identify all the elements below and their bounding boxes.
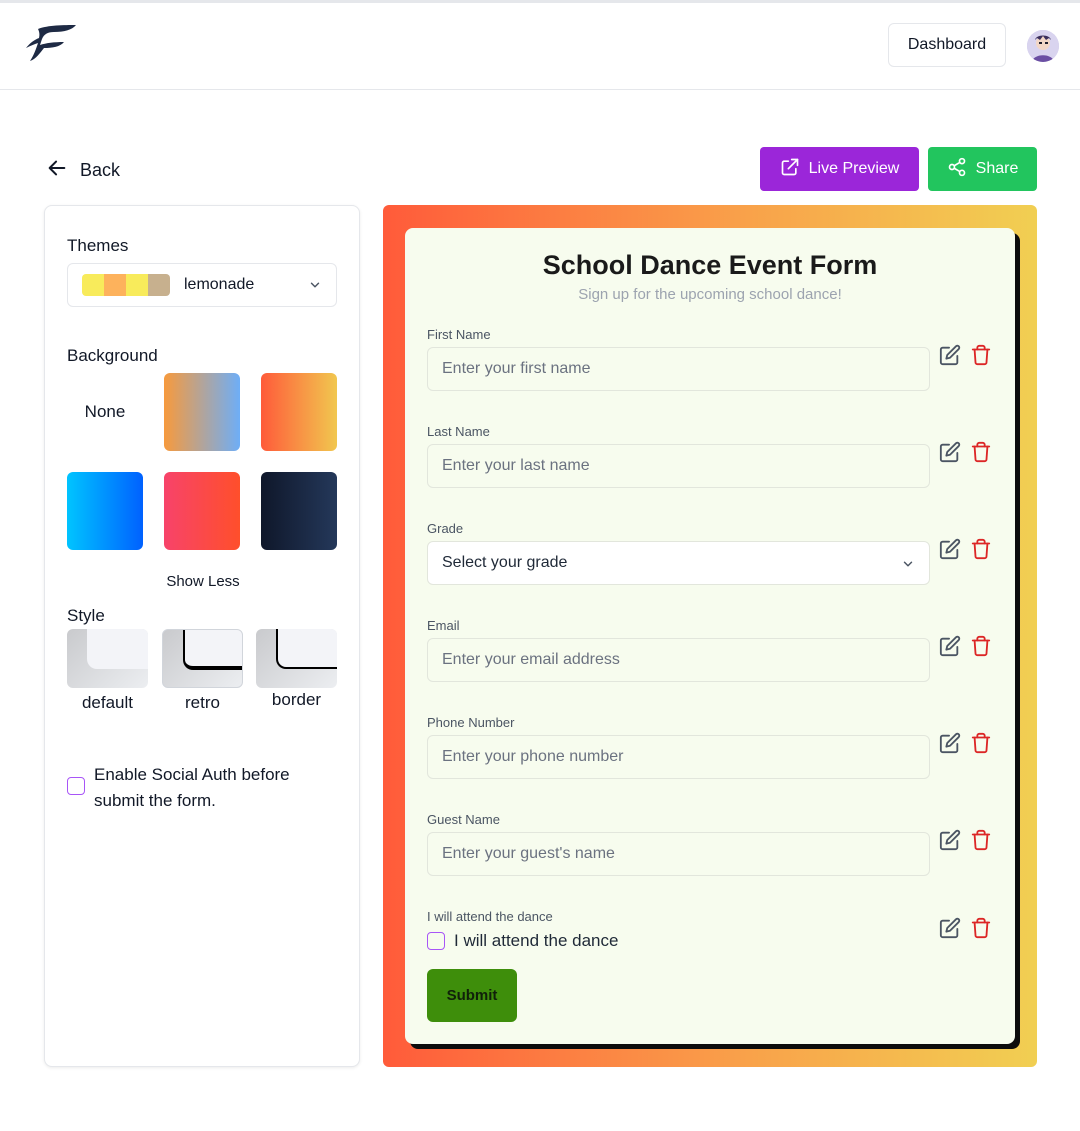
form-title: School Dance Event Form <box>542 250 878 280</box>
grade-select-value: Select your grade <box>442 554 568 571</box>
app-header: Dashboard <box>0 3 1080 90</box>
background-option-pink-red[interactable] <box>164 472 240 550</box>
style-option-retro[interactable] <box>162 629 243 688</box>
field-actions <box>939 732 992 754</box>
trash-icon[interactable] <box>970 917 992 939</box>
attend-checkbox-label: I will attend the dance <box>454 931 619 950</box>
attend-option: I will attend the dance <box>427 931 618 951</box>
trash-icon[interactable] <box>970 538 992 560</box>
edit-icon[interactable] <box>939 441 961 463</box>
style-default-label: default <box>81 693 134 712</box>
field-actions <box>939 917 992 939</box>
first-name-label: First Name <box>427 327 491 342</box>
field-actions <box>939 441 992 463</box>
user-avatar[interactable] <box>1027 30 1059 62</box>
trash-icon[interactable] <box>970 829 992 851</box>
style-border-label: border <box>271 690 322 709</box>
background-label: Background <box>67 346 158 365</box>
style-preview <box>87 629 148 669</box>
social-auth-checkbox[interactable] <box>67 777 85 795</box>
arrow-left-icon <box>46 157 68 184</box>
show-less-button[interactable]: Show Less <box>45 573 361 590</box>
guest-name-label: Guest Name <box>427 812 500 827</box>
chevron-down-icon <box>901 557 915 571</box>
field-actions <box>939 538 992 560</box>
theme-swatch <box>104 274 126 296</box>
form-subtitle: Sign up for the upcoming school dance! <box>578 286 842 303</box>
logo-icon[interactable] <box>24 23 78 65</box>
live-preview-button[interactable]: Live Preview <box>760 147 919 191</box>
share-button[interactable]: Share <box>928 147 1037 191</box>
background-option-blue[interactable] <box>67 472 143 550</box>
external-link-icon <box>780 157 800 182</box>
email-label: Email <box>427 618 460 633</box>
social-auth-option: Enable Social Auth before submit the for… <box>67 762 324 814</box>
edit-icon[interactable] <box>939 917 961 939</box>
background-option-orange-yellow[interactable] <box>261 373 337 451</box>
form-canvas: School Dance Event Form Sign up for the … <box>383 205 1037 1067</box>
phone-number-label: Phone Number <box>427 715 515 730</box>
edit-icon[interactable] <box>939 538 961 560</box>
edit-icon[interactable] <box>939 732 961 754</box>
style-option-default[interactable] <box>67 629 148 688</box>
grade-select[interactable]: Select your grade <box>427 541 930 585</box>
background-option-orange-blue[interactable] <box>164 373 240 451</box>
field-actions <box>939 635 992 657</box>
background-none-option[interactable]: None <box>67 373 143 451</box>
guest-name-input[interactable]: Enter your guest's name <box>427 832 930 876</box>
last-name-input[interactable]: Enter your last name <box>427 444 930 488</box>
edit-icon[interactable] <box>939 344 961 366</box>
theme-swatch <box>126 274 148 296</box>
form-card: School Dance Event Form Sign up for the … <box>405 228 1015 1044</box>
background-none-label: None <box>84 402 126 421</box>
edit-icon[interactable] <box>939 829 961 851</box>
style-preview <box>183 630 242 670</box>
first-name-input[interactable]: Enter your first name <box>427 347 930 391</box>
style-preview <box>276 629 337 669</box>
theme-swatch <box>82 274 104 296</box>
trash-icon[interactable] <box>970 732 992 754</box>
theme-select[interactable]: lemonade <box>67 263 337 307</box>
email-input[interactable]: Enter your email address <box>427 638 930 682</box>
submit-button[interactable]: Submit <box>427 969 517 1022</box>
style-retro-label: retro <box>185 693 220 712</box>
social-auth-label: Enable Social Auth before submit the for… <box>94 765 290 810</box>
back-label: Back <box>80 159 121 180</box>
share-icon <box>947 157 967 182</box>
field-actions <box>939 344 992 366</box>
chevron-down-icon <box>308 278 322 292</box>
style-option-border[interactable] <box>256 629 337 688</box>
share-label: Share <box>975 160 1019 177</box>
theme-swatches <box>82 274 170 296</box>
attend-field-label: I will attend the dance <box>427 909 553 924</box>
dashboard-button[interactable]: Dashboard <box>888 23 1006 67</box>
last-name-label: Last Name <box>427 424 490 439</box>
grade-label: Grade <box>427 521 464 536</box>
themes-label: Themes <box>67 236 129 255</box>
attend-checkbox[interactable] <box>427 932 445 950</box>
trash-icon[interactable] <box>970 344 992 366</box>
trash-icon[interactable] <box>970 441 992 463</box>
back-button[interactable]: Back <box>46 156 120 184</box>
trash-icon[interactable] <box>970 635 992 657</box>
settings-sidebar: Themes lemonade Background None Show Les… <box>44 205 360 1067</box>
phone-number-input[interactable]: Enter your phone number <box>427 735 930 779</box>
theme-value: lemonade <box>184 276 255 293</box>
theme-swatch <box>148 274 170 296</box>
edit-icon[interactable] <box>939 635 961 657</box>
field-actions <box>939 829 992 851</box>
style-label: Style <box>67 606 105 625</box>
background-option-dark-navy[interactable] <box>261 472 337 550</box>
live-preview-label: Live Preview <box>808 160 900 177</box>
